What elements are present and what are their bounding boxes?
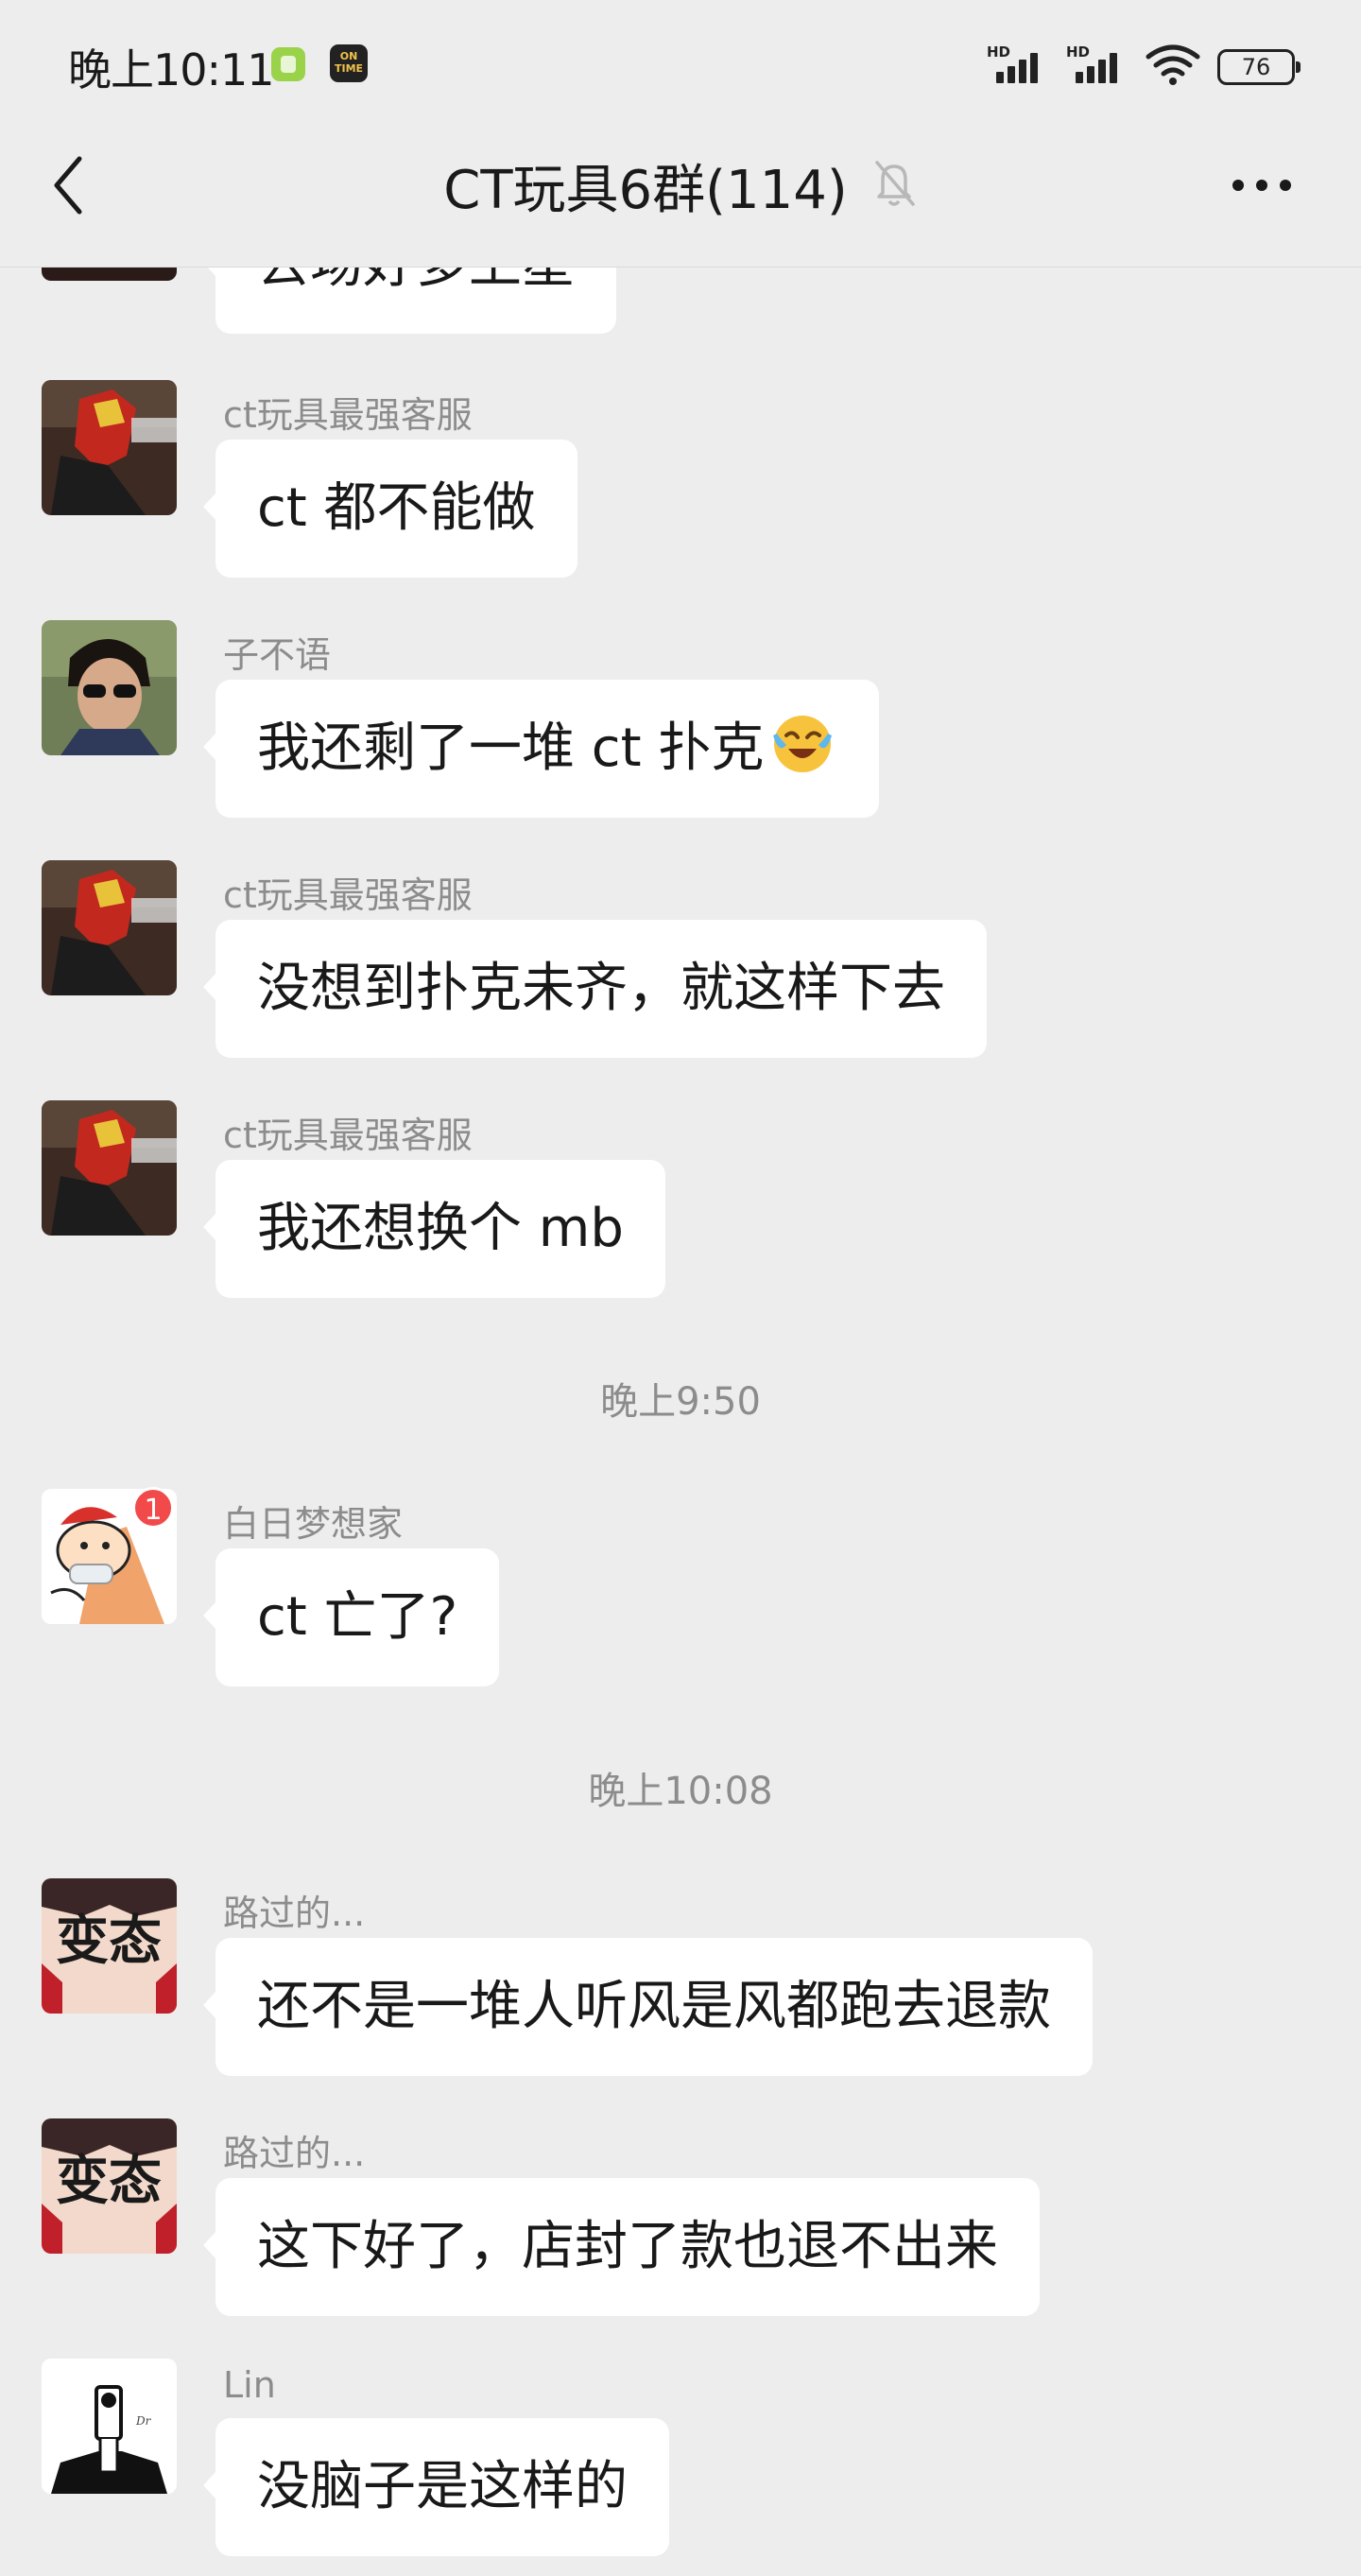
avatar-figure-icon (42, 380, 177, 515)
svg-text:Dr: Dr (135, 2414, 152, 2428)
message-text: ct 亡了? (257, 1586, 458, 1648)
avatar[interactable] (42, 267, 177, 281)
timestamp: 晚上10:08 (588, 1770, 773, 1813)
avatar[interactable] (42, 860, 177, 995)
unread-badge: 1 (132, 1487, 174, 1529)
avatar[interactable] (42, 1100, 177, 1236)
sender-name: 子不语 (223, 634, 332, 676)
message-list[interactable]: 去场好多上星 ct玩具最强客服 ct 都不能做 (0, 267, 1361, 2576)
app-notification-icon (271, 47, 305, 81)
bell-off-icon (875, 161, 915, 206)
battery-icon: 76 (1217, 49, 1301, 85)
avatar[interactable]: 变态 (42, 1878, 177, 2014)
avatar[interactable]: Dr (42, 2359, 177, 2494)
status-time: 晚上10:11 (68, 44, 275, 95)
avatar-biantai-icon: 变态 (42, 2118, 177, 2254)
message-text: 这下好了，店封了款也退不出来 (257, 2216, 998, 2277)
message-bubble[interactable]: 没脑子是这样的 (203, 2418, 669, 2556)
avatar[interactable] (42, 380, 177, 515)
ontime-app-icon: ON TIME (330, 44, 368, 82)
sender-name: 路过的... (223, 1893, 366, 1934)
sender-name: ct玩具最强客服 (223, 1115, 473, 1156)
message-bubble[interactable]: ct 都不能做 (203, 440, 577, 578)
message-bubble[interactable]: 去场好多上星 (203, 267, 616, 334)
message-text: 我还剩了一堆 ct 扑克 (257, 717, 765, 779)
wifi-icon (1146, 44, 1200, 85)
message-text: 还不是一堆人听风是风都跑去退款 (257, 1976, 1051, 2037)
sender-name: 白日梦想家 (223, 1503, 404, 1545)
avatar-lin-icon: Dr (42, 2359, 177, 2494)
message-text: 没想到扑克未齐，就这样下去 (257, 958, 945, 1019)
signal-icon: HD (1066, 43, 1128, 85)
status-bar: 晚上10:11 ON TIME HD HD 76 (0, 0, 1361, 132)
sender-name: ct玩具最强客服 (223, 394, 473, 436)
message-bubble[interactable]: 还不是一堆人听风是风都跑去退款 (203, 1938, 1093, 2076)
message-text: 我还想换个 mb (257, 1198, 624, 1259)
message-bubble[interactable]: 这下好了，店封了款也退不出来 (203, 2178, 1040, 2316)
sender-name: ct玩具最强客服 (223, 874, 473, 916)
sender-name: Lin (223, 2364, 276, 2406)
signal-icon: HD (987, 43, 1049, 85)
avatar-biantai-icon: 变态 (42, 1878, 177, 2014)
avatar-figure-icon (42, 860, 177, 995)
message-text: 没脑子是这样的 (257, 2456, 628, 2517)
sender-name: 路过的... (223, 2133, 366, 2174)
message-text: 去场好多上星 (257, 267, 575, 295)
message-bubble[interactable]: 我还想换个 mb (203, 1160, 665, 1298)
more-dots-icon[interactable] (1229, 168, 1295, 202)
laughing-crying-emoji-icon (773, 716, 833, 772)
avatar[interactable]: 变态 (42, 2118, 177, 2254)
avatar-text: 变态 (56, 2151, 162, 2212)
avatar-figure-icon (42, 1100, 177, 1236)
message-bubble[interactable]: 我还剩了一堆 ct 扑克 (202, 680, 880, 818)
chat-title[interactable]: CT玩具6群(114) (443, 147, 848, 224)
avatar-person-icon (42, 620, 177, 755)
avatar[interactable] (42, 620, 177, 755)
timestamp: 晚上9:50 (600, 1380, 761, 1424)
avatar-text: 变态 (56, 1910, 162, 1972)
status-icons: HD HD 76 (987, 38, 1301, 85)
message-bubble[interactable]: 没想到扑克未齐，就这样下去 (203, 920, 987, 1058)
message-text: ct 都不能做 (257, 477, 536, 539)
message-bubble[interactable]: ct 亡了? (202, 1548, 500, 1686)
